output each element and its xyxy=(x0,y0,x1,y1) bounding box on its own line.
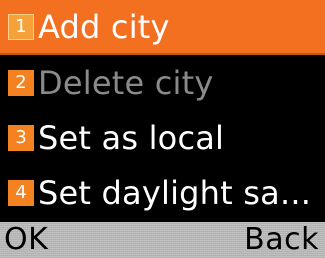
phone-screen: 1 Add city 2 Delete city 3 Set as local … xyxy=(0,0,325,258)
ok-softkey[interactable]: OK xyxy=(4,222,48,258)
menu-item-set-as-local[interactable]: 3 Set as local xyxy=(0,110,325,165)
number-badge-2: 2 xyxy=(8,69,34,96)
options-menu: 1 Add city 2 Delete city 3 Set as local … xyxy=(0,0,325,222)
menu-item-label: Set as local xyxy=(38,118,225,157)
menu-item-delete-city[interactable]: 2 Delete city xyxy=(0,55,325,110)
menu-item-label: Add city xyxy=(38,7,170,46)
menu-item-label: Delete city xyxy=(38,63,214,102)
menu-item-label: Set daylight sa... xyxy=(38,173,312,212)
back-softkey[interactable]: Back xyxy=(244,222,319,258)
menu-item-set-daylight-saving[interactable]: 4 Set daylight sa... xyxy=(0,165,325,220)
number-badge-1: 1 xyxy=(8,13,34,40)
number-badge-3: 3 xyxy=(8,124,34,151)
menu-item-add-city[interactable]: 1 Add city xyxy=(0,0,325,55)
number-badge-4: 4 xyxy=(8,179,34,206)
softkey-bar: OK Back xyxy=(0,222,325,258)
